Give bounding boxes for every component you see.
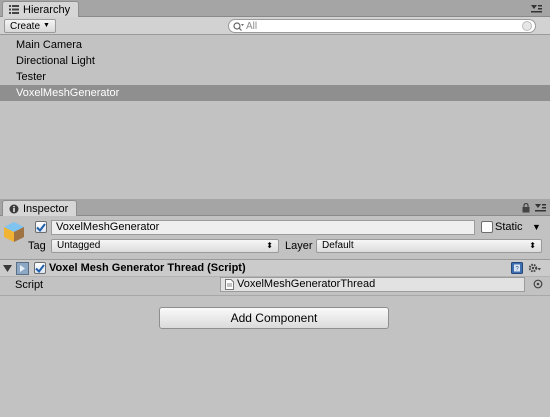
list-item-selected[interactable]: VoxelMeshGenerator — [0, 85, 550, 101]
list-item[interactable]: Directional Light — [0, 53, 550, 69]
component-header[interactable]: Voxel Mesh Generator Thread (Script) ? — [0, 259, 550, 277]
gear-icon[interactable] — [528, 262, 541, 277]
object-picker-icon[interactable] — [533, 279, 543, 292]
script-label: Script — [15, 279, 44, 291]
tab-hierarchy-label: Hierarchy — [23, 3, 71, 16]
script-component-icon — [16, 262, 29, 278]
hierarchy-list: Main Camera Directional Light Tester Vox… — [0, 37, 550, 101]
script-value: VoxelMeshGeneratorThread — [237, 278, 376, 290]
help-book-icon[interactable]: ? — [511, 262, 523, 277]
info-icon — [9, 204, 19, 214]
add-component-button[interactable]: Add Component — [159, 307, 389, 329]
component-enabled-checkbox[interactable] — [34, 262, 46, 274]
script-field[interactable]: VoxelMeshGeneratorThread — [220, 277, 525, 292]
static-label: Static — [495, 221, 523, 233]
tab-inspector-label: Inspector — [23, 202, 69, 215]
script-file-icon — [225, 279, 234, 290]
lock-icon[interactable] — [522, 202, 530, 216]
inspector-tabstrip: Inspector — [0, 199, 550, 216]
hierarchy-tabstrip: Hierarchy — [0, 0, 550, 17]
search-input[interactable] — [246, 20, 526, 32]
component-divider — [0, 295, 550, 296]
list-icon — [9, 5, 19, 14]
search-cancel-icon[interactable] — [522, 21, 532, 31]
updown-arrow-icon: ⬍ — [529, 241, 536, 250]
search-icon — [233, 21, 244, 31]
create-button[interactable]: Create ▼ — [4, 19, 56, 33]
hierarchy-toolbar: Create ▼ — [0, 17, 550, 35]
updown-arrow-icon: ⬍ — [266, 241, 273, 250]
tag-label: Tag — [28, 240, 46, 252]
panel-menu-icon[interactable] — [535, 204, 546, 216]
static-checkbox[interactable] — [481, 221, 493, 233]
dropdown-arrow-icon: ▼ — [43, 22, 50, 29]
foldout-arrow-icon[interactable] — [3, 264, 12, 276]
tab-hierarchy[interactable]: Hierarchy — [2, 1, 80, 17]
object-name-field[interactable]: VoxelMeshGenerator — [51, 220, 475, 235]
tag-dropdown[interactable]: Untagged ⬍ — [51, 239, 279, 253]
list-item[interactable]: Main Camera — [0, 37, 550, 53]
gameobject-cube-icon — [3, 221, 25, 243]
active-checkbox[interactable] — [35, 221, 47, 233]
hierarchy-search[interactable] — [228, 19, 536, 33]
panel-menu-icon[interactable] — [531, 5, 542, 16]
tag-value: Untagged — [57, 240, 101, 251]
component-title: Voxel Mesh Generator Thread (Script) — [49, 262, 246, 274]
layer-label: Layer — [285, 240, 313, 252]
create-button-label: Create — [10, 20, 41, 32]
static-dropdown-arrow-icon[interactable]: ▼ — [532, 222, 541, 232]
tab-inspector[interactable]: Inspector — [2, 200, 78, 216]
layer-value: Default — [322, 240, 354, 251]
layer-dropdown[interactable]: Default ⬍ — [316, 239, 542, 253]
list-item[interactable]: Tester — [0, 69, 550, 85]
